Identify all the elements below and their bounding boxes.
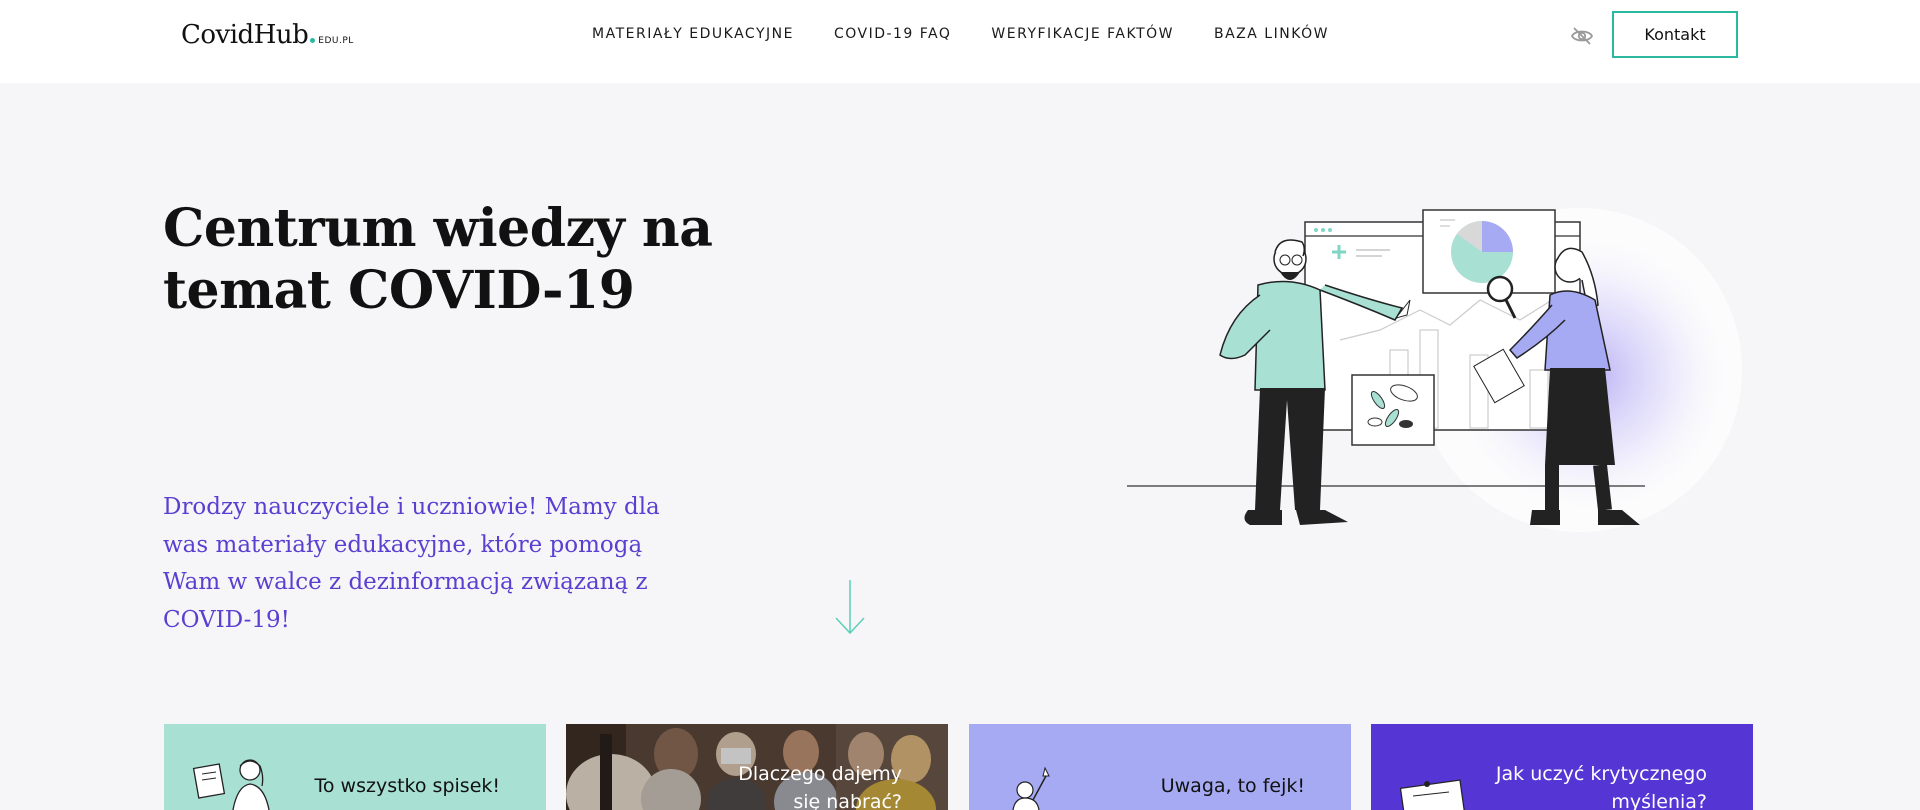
site-header: CovidHub EDU.PL MATERIAŁY EDUKACYJNE COV… — [0, 0, 1920, 83]
card-label: Dlaczego dajemy się nabrać? — [738, 763, 902, 810]
card-conspiracy[interactable]: To wszystko spisek! — [164, 724, 546, 810]
nav-item-materials[interactable]: MATERIAŁY EDUKACYJNE — [592, 26, 794, 42]
hero-illustration — [1127, 208, 1742, 532]
arrow-down-icon[interactable] — [833, 578, 867, 636]
card-label: Uwaga, to fejk! — [1160, 775, 1305, 797]
site-logo[interactable]: CovidHub EDU.PL — [181, 20, 354, 50]
teacher-with-book-illustration — [192, 759, 270, 810]
logo-name: CovidHub — [181, 20, 309, 50]
logo-dot — [310, 38, 316, 43]
person-raising-hand-illustration — [1012, 766, 1050, 810]
card-why-we-fall[interactable]: Dlaczego dajemy się nabrać? — [566, 724, 948, 810]
hero-subtitle: Drodzy nauczyciele i uczniowie! Mamy dla… — [163, 494, 660, 633]
card-fake-alert[interactable]: Uwaga, to fejk! — [969, 724, 1351, 810]
eye-off-icon[interactable] — [1570, 24, 1594, 48]
hero-title: Centrum wiedzy na temat COVID-19 — [163, 198, 713, 321]
nav-item-faq[interactable]: COVID-19 FAQ — [834, 26, 951, 42]
clipboard-illustration — [1399, 779, 1467, 810]
nav-item-fact-checks[interactable]: WERYFIKACJE FAKTÓW — [991, 26, 1174, 42]
card-label: Jak uczyć krytycznego myślenia? — [1495, 763, 1707, 810]
main-nav: MATERIAŁY EDUKACYJNE COVID-19 FAQ WERYFI… — [592, 26, 1369, 42]
card-label: To wszystko spisek! — [314, 775, 500, 797]
logo-suffix: EDU.PL — [318, 36, 354, 46]
card-critical-thinking[interactable]: Jak uczyć krytycznego myślenia? — [1371, 724, 1753, 810]
nav-item-link-base[interactable]: BAZA LINKÓW — [1214, 26, 1329, 42]
contact-button[interactable]: Kontakt — [1612, 11, 1738, 58]
